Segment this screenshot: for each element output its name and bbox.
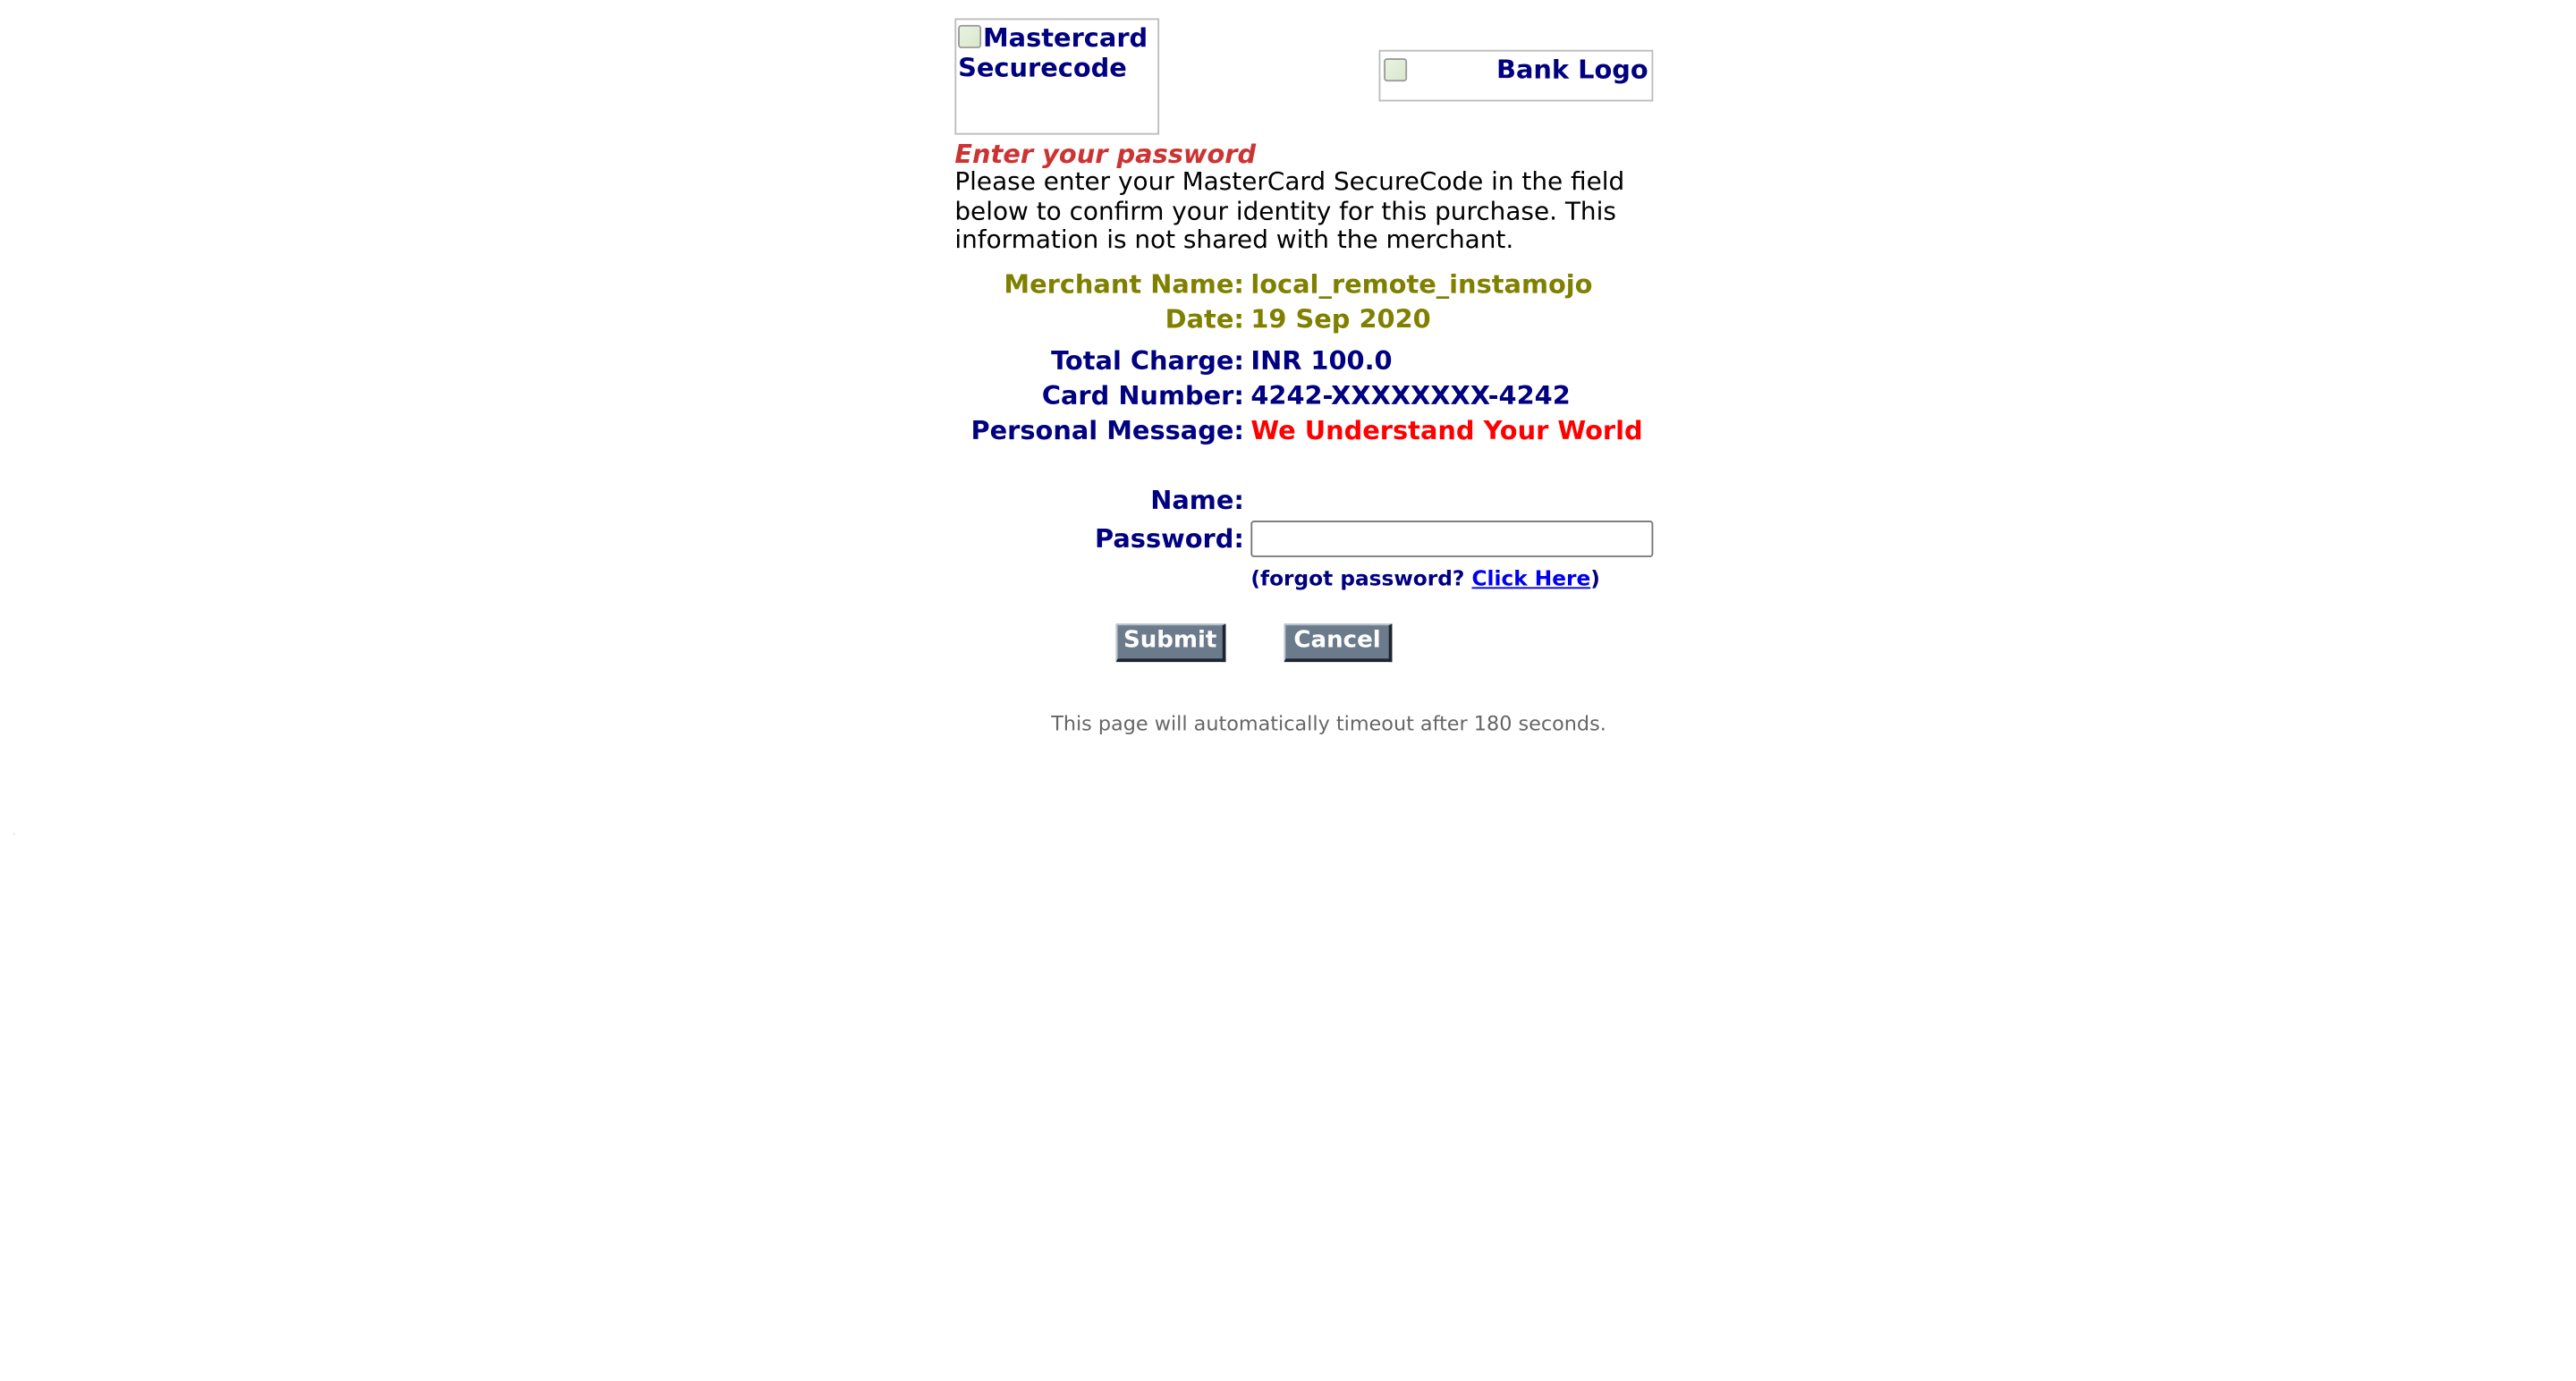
broken-image-icon xyxy=(958,24,982,48)
page-heading: Enter your password xyxy=(954,140,1257,170)
forgot-password-link[interactable]: Click Here xyxy=(1471,565,1590,590)
card-number-label: Card Number: xyxy=(1041,380,1244,411)
bank-logo-alt-text: Bank Logo xyxy=(1496,55,1648,85)
total-charge-value: INR 100.0 xyxy=(1250,345,1393,377)
mastercard-logo-alt-text: Mastercard Securecode xyxy=(958,23,1148,83)
forgot-password-suffix: ) xyxy=(1590,565,1600,591)
forgot-password-prefix: (forgot password? xyxy=(1250,565,1465,591)
date-value: 19 Sep 2020 xyxy=(1250,304,1431,335)
card-number-value: 4242-XXXXXXXX-4242 xyxy=(1250,380,1571,411)
instructions-text: Please enter your MasterCard SecureCode … xyxy=(954,165,1625,255)
stray-pixel xyxy=(13,833,15,835)
bank-logo: Bank Logo xyxy=(1378,49,1654,102)
merchant-name-label: Merchant Name: xyxy=(1004,269,1244,300)
personal-message-label: Personal Message: xyxy=(970,415,1244,446)
password-label: Password: xyxy=(1094,523,1244,555)
mastercard-securecode-logo: Mastercard Securecode xyxy=(954,18,1160,135)
broken-image-icon xyxy=(1384,58,1408,82)
submit-button[interactable]: Submit xyxy=(1115,623,1226,663)
name-label: Name: xyxy=(1150,485,1244,516)
password-input[interactable] xyxy=(1250,521,1654,557)
merchant-name-value: local_remote_instamojo xyxy=(1250,269,1593,300)
timeout-notice: This page will automatically timeout aft… xyxy=(1051,711,1606,735)
cancel-button[interactable]: Cancel xyxy=(1284,623,1393,663)
date-label: Date: xyxy=(1165,304,1244,335)
forgot-password-text: (forgot password? Click Here) xyxy=(1250,563,1600,592)
page-frame: Mastercard Securecode Bank Logo Enter yo… xyxy=(0,0,2576,1377)
personal-message-value: We Understand Your World xyxy=(1250,415,1643,446)
total-charge-label: Total Charge: xyxy=(1051,345,1244,377)
